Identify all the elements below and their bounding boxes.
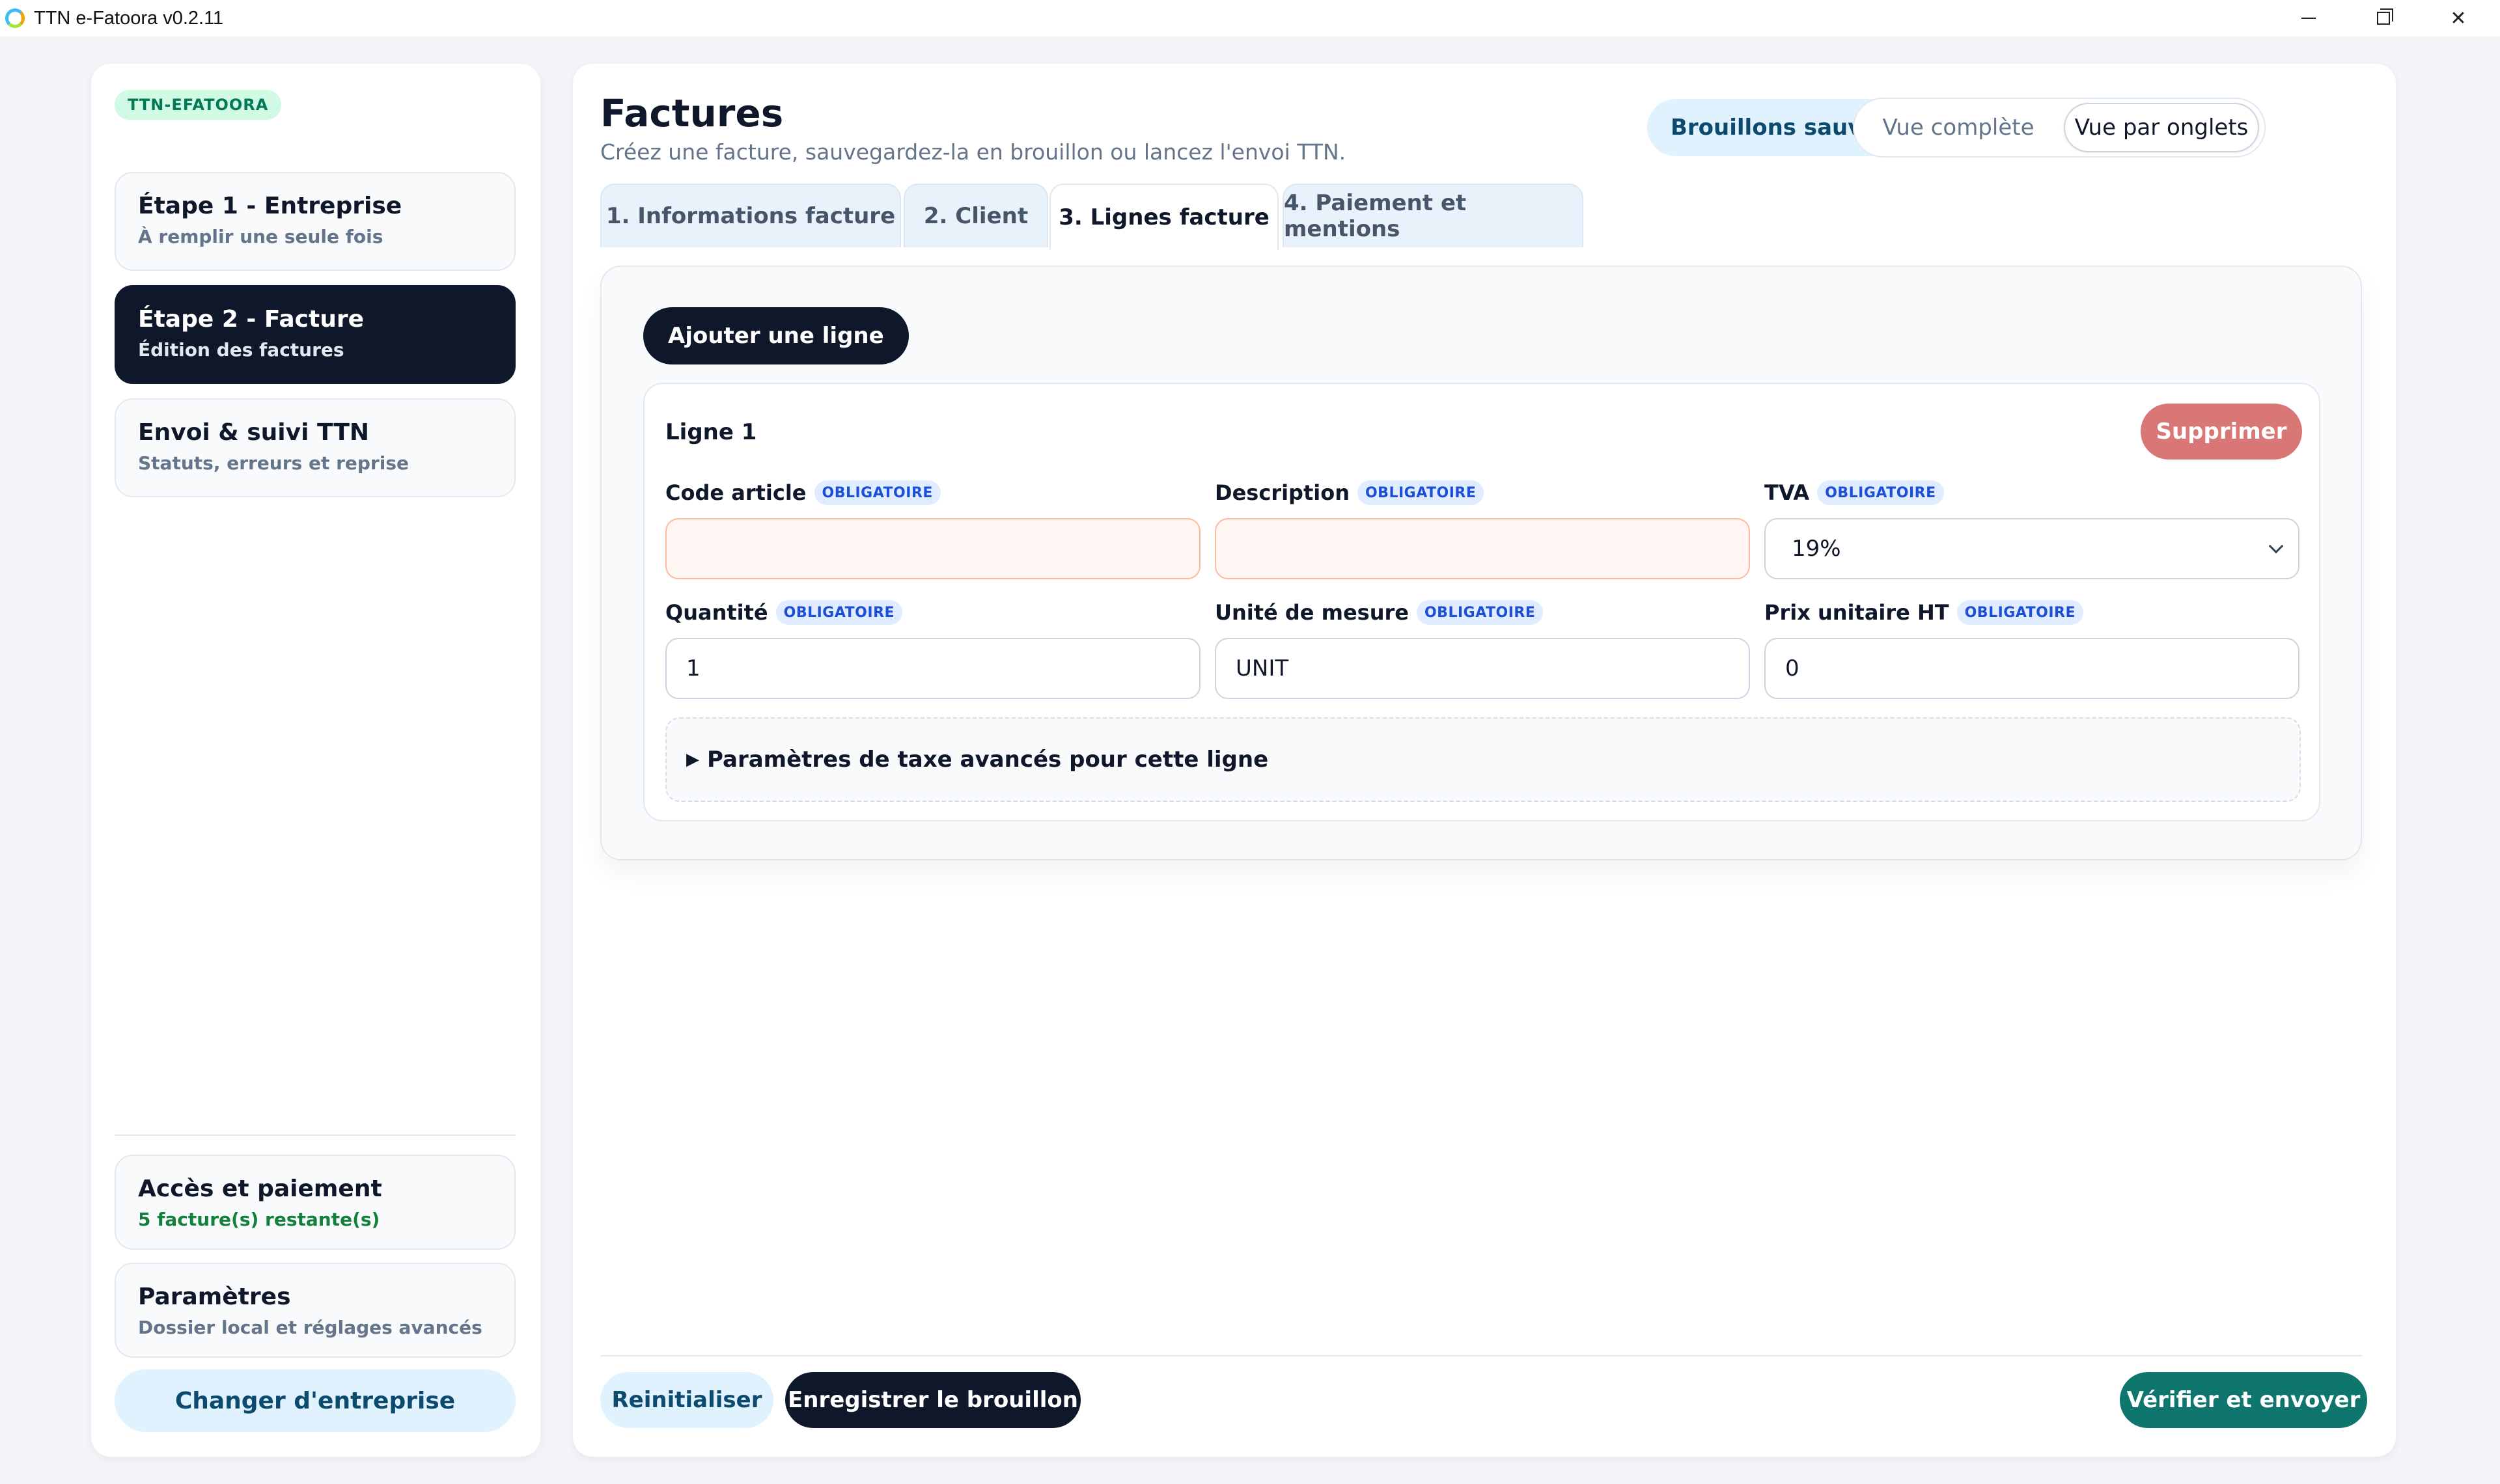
chevron-down-icon bbox=[2268, 538, 2284, 554]
quantity-input[interactable]: 1 bbox=[665, 638, 1201, 699]
tva-label: TVA OBLIGATOIRE bbox=[1764, 480, 1944, 505]
sidebar-step-envoi[interactable]: Envoi & suivi TTN Statuts, erreurs et re… bbox=[115, 398, 516, 497]
brand-badge: TTN-EFATOORA bbox=[115, 90, 282, 120]
sidebar-item-title: Paramètres bbox=[138, 1284, 291, 1310]
line-title: Ligne 1 bbox=[665, 419, 757, 445]
close-icon: ✕ bbox=[2450, 7, 2467, 30]
sidebar-divider bbox=[115, 1134, 516, 1136]
sidebar-step-subtitle: Statuts, erreurs et reprise bbox=[138, 452, 409, 474]
close-button[interactable]: ✕ bbox=[2422, 0, 2495, 36]
view-full-option[interactable]: Vue complète bbox=[1861, 103, 2056, 152]
unit-label: Unité de mesure OBLIGATOIRE bbox=[1215, 600, 1544, 625]
field-label-text: Prix unitaire HT bbox=[1764, 600, 1949, 625]
lines-panel: Ajouter une ligne Ligne 1 Supprimer Code… bbox=[600, 266, 2362, 860]
change-company-button[interactable]: Changer d'entreprise bbox=[115, 1369, 516, 1432]
reset-button[interactable]: Reinitialiser bbox=[600, 1372, 773, 1428]
invoice-line-card: Ligne 1 Supprimer Code article OBLIGATOI… bbox=[643, 383, 2320, 821]
sidebar-step-entreprise[interactable]: Étape 1 - Entreprise À remplir une seule… bbox=[115, 172, 516, 271]
unit-input[interactable]: UNIT bbox=[1215, 638, 1750, 699]
window-title: TTN e-Fatoora v0.2.11 bbox=[34, 7, 224, 29]
sidebar-step-facture[interactable]: Étape 2 - Facture Édition des factures bbox=[115, 285, 516, 384]
required-badge: OBLIGATOIRE bbox=[775, 600, 903, 625]
footer-divider bbox=[600, 1355, 2362, 1356]
advanced-tax-label: Paramètres de taxe avancés pour cette li… bbox=[707, 747, 1269, 773]
description-label: Description OBLIGATOIRE bbox=[1215, 480, 1484, 505]
delete-line-button[interactable]: Supprimer bbox=[2141, 404, 2302, 460]
tva-selected-value: 19% bbox=[1792, 536, 1841, 562]
code-article-label: Code article OBLIGATOIRE bbox=[665, 480, 941, 505]
quantity-label: Quantité OBLIGATOIRE bbox=[665, 600, 903, 625]
maximize-button[interactable] bbox=[2347, 0, 2420, 36]
view-toggle: Vue complète Vue par onglets bbox=[1853, 98, 2266, 158]
description-input[interactable] bbox=[1215, 518, 1750, 579]
field-label-text: Quantité bbox=[665, 600, 768, 625]
field-label-text: Description bbox=[1215, 480, 1350, 505]
sidebar-item-title: Accès et paiement bbox=[138, 1175, 382, 1202]
view-tabs-option[interactable]: Vue par onglets bbox=[2064, 103, 2259, 152]
title-bar: TTN e-Fatoora v0.2.11 ✕ bbox=[0, 0, 2500, 36]
tab-informations-facture[interactable]: 1. Informations facture bbox=[600, 184, 901, 247]
required-badge: OBLIGATOIRE bbox=[814, 480, 941, 505]
sidebar-item-settings[interactable]: Paramètres Dossier local et réglages ava… bbox=[115, 1263, 516, 1358]
app-logo-icon bbox=[5, 8, 25, 28]
remaining-invoices-text: 5 facture(s) restante(s) bbox=[138, 1209, 380, 1230]
unit-price-input[interactable]: 0 bbox=[1764, 638, 2299, 699]
minimize-icon bbox=[2301, 18, 2316, 19]
page-subtitle: Créez une facture, sauvegardez-la en bro… bbox=[600, 139, 1346, 165]
unit-price-label: Prix unitaire HT OBLIGATOIRE bbox=[1764, 600, 2084, 625]
tab-paiement-mentions[interactable]: 4. Paiement et mentions bbox=[1283, 184, 1583, 247]
sidebar-step-title: Envoi & suivi TTN bbox=[138, 419, 370, 446]
disclosure-triangle-icon: ▶ bbox=[686, 750, 699, 769]
field-label-text: Unité de mesure bbox=[1215, 600, 1409, 625]
required-badge: OBLIGATOIRE bbox=[1817, 480, 1944, 505]
field-label-text: Code article bbox=[665, 480, 807, 505]
sidebar-step-subtitle: À remplir une seule fois bbox=[138, 226, 383, 247]
add-line-button[interactable]: Ajouter une ligne bbox=[643, 307, 909, 364]
sidebar-item-access-payment[interactable]: Accès et paiement 5 facture(s) restante(… bbox=[115, 1155, 516, 1250]
advanced-tax-toggle[interactable]: ▶ Paramètres de taxe avancés pour cette … bbox=[665, 717, 2301, 802]
sidebar-step-title: Étape 1 - Entreprise bbox=[138, 193, 402, 219]
save-draft-button[interactable]: Enregistrer le brouillon bbox=[785, 1372, 1081, 1428]
verify-send-button[interactable]: Vérifier et envoyer bbox=[2120, 1372, 2367, 1428]
minimize-button[interactable] bbox=[2272, 0, 2345, 36]
code-article-input[interactable] bbox=[665, 518, 1201, 579]
main-panel: Factures Créez une facture, sauvegardez-… bbox=[573, 64, 2396, 1457]
sidebar: TTN-EFATOORA Étape 1 - Entreprise À remp… bbox=[91, 64, 540, 1457]
sidebar-item-subtitle: Dossier local et réglages avancés bbox=[138, 1317, 482, 1338]
restore-icon bbox=[2377, 8, 2393, 25]
page-title: Factures bbox=[600, 91, 784, 135]
field-label-text: TVA bbox=[1764, 480, 1810, 505]
required-badge: OBLIGATOIRE bbox=[1357, 480, 1484, 505]
tab-lignes-facture[interactable]: 3. Lignes facture bbox=[1049, 184, 1279, 250]
sidebar-step-title: Étape 2 - Facture bbox=[138, 306, 364, 333]
required-badge: OBLIGATOIRE bbox=[1416, 600, 1544, 625]
tab-client[interactable]: 2. Client bbox=[904, 184, 1048, 247]
tva-select[interactable]: 19% bbox=[1764, 518, 2299, 579]
required-badge: OBLIGATOIRE bbox=[1956, 600, 2084, 625]
sidebar-step-subtitle: Édition des factures bbox=[138, 339, 344, 361]
